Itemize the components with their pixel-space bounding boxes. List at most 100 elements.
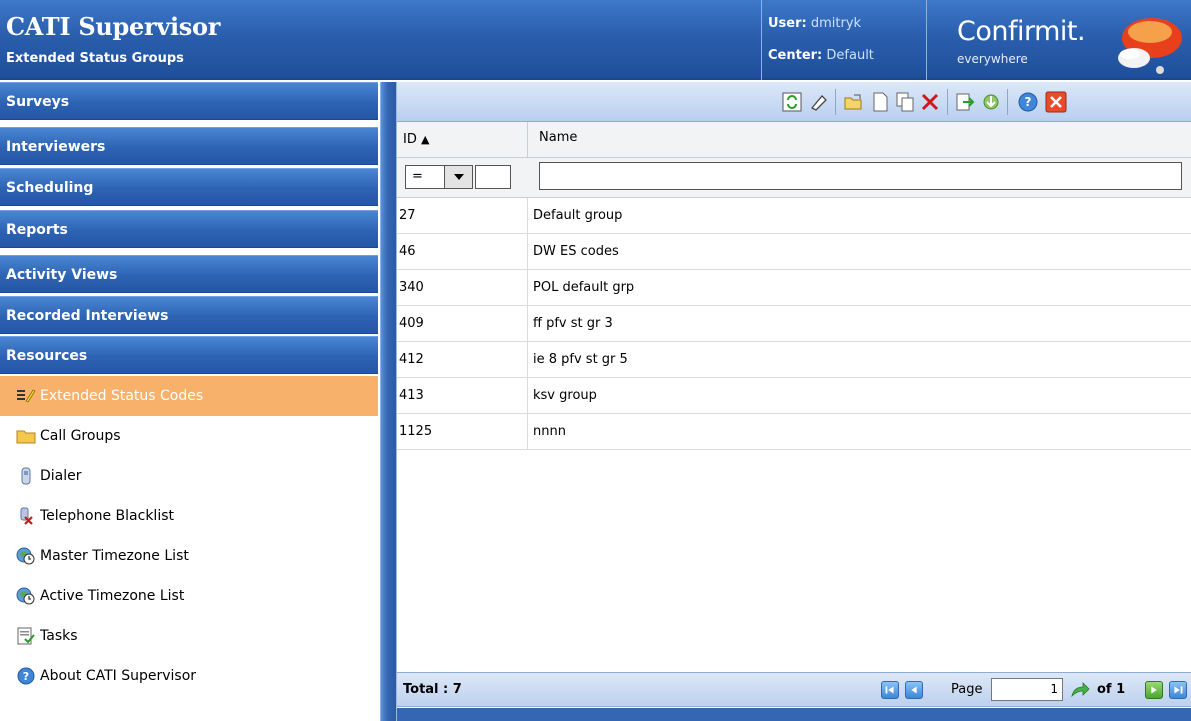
- sidebar-item-label: Active Timezone List: [40, 588, 185, 604]
- filter-operator-value: =: [412, 169, 423, 184]
- table-row[interactable]: 413 ksv group: [397, 378, 1191, 414]
- nav-resources[interactable]: Resources: [0, 336, 378, 374]
- sidebar-item-telephone-blacklist[interactable]: Telephone Blacklist: [0, 496, 378, 536]
- page-count: of 1: [1097, 682, 1126, 697]
- previous-page-icon[interactable]: [905, 681, 923, 699]
- cell-divider: [527, 414, 528, 450]
- page-label: Page: [951, 682, 983, 697]
- sidebar-item-label: Telephone Blacklist: [40, 508, 174, 524]
- cell-name: ksv group: [533, 388, 597, 403]
- user-line: User: dmitryk: [768, 16, 861, 31]
- sidebar-item-label: Tasks: [40, 628, 78, 644]
- sidebar: Surveys Interviewers Scheduling Reports …: [0, 82, 380, 721]
- center-label: Center:: [768, 48, 823, 63]
- cell-name: POL default grp: [533, 280, 635, 295]
- cell-name: DW ES codes: [533, 244, 619, 259]
- eraser-icon[interactable]: [807, 91, 829, 113]
- column-divider[interactable]: [527, 122, 528, 158]
- nav-activity-views[interactable]: Activity Views: [0, 255, 378, 293]
- user-label: User:: [768, 16, 807, 31]
- first-page-icon[interactable]: [881, 681, 899, 699]
- center-line: Center: Default: [768, 48, 874, 63]
- sidebar-item-call-groups[interactable]: Call Groups: [0, 416, 378, 456]
- nav-scheduling[interactable]: Scheduling: [0, 168, 378, 206]
- sidebar-item-active-timezone-list[interactable]: Active Timezone List: [0, 576, 378, 616]
- folder-icon: [16, 430, 36, 444]
- open-folder-icon[interactable]: [843, 91, 865, 113]
- brand-name: Confirmit.: [957, 16, 1086, 47]
- sidebar-item-label: Master Timezone List: [40, 548, 189, 564]
- toolbar-separator: [947, 89, 948, 115]
- cell-divider: [527, 342, 528, 378]
- blacklist-icon: [20, 507, 33, 525]
- table-row[interactable]: 340 POL default grp: [397, 270, 1191, 306]
- import-icon[interactable]: [980, 91, 1002, 113]
- close-icon[interactable]: [1045, 91, 1067, 113]
- filter-row: =: [397, 158, 1191, 198]
- app-title: CATI Supervisor: [6, 12, 221, 41]
- svg-text:?: ?: [1025, 95, 1032, 109]
- cell-name: ff pfv st gr 3: [533, 316, 613, 331]
- toolbar-separator: [835, 89, 836, 115]
- sidebar-item-about[interactable]: ? About CATI Supervisor: [0, 656, 378, 696]
- edit-codes-icon: [17, 389, 36, 403]
- bottom-strip: [397, 708, 1191, 721]
- chevron-down-icon[interactable]: [444, 166, 472, 188]
- refresh-icon[interactable]: [781, 91, 803, 113]
- last-page-icon[interactable]: [1169, 681, 1187, 699]
- nav-reports[interactable]: Reports: [0, 210, 378, 248]
- sidebar-item-tasks[interactable]: Tasks: [0, 616, 378, 656]
- cell-id: 413: [399, 388, 424, 403]
- nav-recorded-interviews[interactable]: Recorded Interviews: [0, 296, 378, 334]
- export-icon[interactable]: [954, 91, 976, 113]
- grid-footer: Total : 7 Page 1 of 1: [397, 672, 1191, 707]
- phone-icon: [21, 467, 31, 485]
- sidebar-item-dialer[interactable]: Dialer: [0, 456, 378, 496]
- sidebar-item-extended-status-codes[interactable]: Extended Status Codes: [0, 376, 378, 416]
- grid-header: ID ▲ Name: [397, 122, 1191, 158]
- total-count: Total : 7: [403, 682, 462, 697]
- go-page-icon[interactable]: [1069, 679, 1091, 701]
- table-row[interactable]: 412 ie 8 pfv st gr 5: [397, 342, 1191, 378]
- toolbar-separator: [1007, 89, 1008, 115]
- delete-icon[interactable]: [919, 91, 941, 113]
- table-row[interactable]: 409 ff pfv st gr 3: [397, 306, 1191, 342]
- column-header-id[interactable]: ID ▲: [403, 132, 429, 147]
- cell-id: 409: [399, 316, 424, 331]
- user-value: dmitryk: [810, 16, 862, 31]
- sidebar-item-label: Call Groups: [40, 428, 121, 444]
- next-page-icon[interactable]: [1145, 681, 1163, 699]
- help-icon: ?: [17, 667, 35, 685]
- cell-id: 27: [399, 208, 416, 223]
- cell-id: 46: [399, 244, 416, 259]
- table-row[interactable]: 46 DW ES codes: [397, 234, 1191, 270]
- cell-id: 412: [399, 352, 424, 367]
- page-subtitle: Extended Status Groups: [6, 51, 184, 66]
- table-row[interactable]: 1125 nnnn: [397, 414, 1191, 450]
- sidebar-item-label: About CATI Supervisor: [40, 668, 197, 684]
- nav-interviewers[interactable]: Interviewers: [0, 127, 378, 165]
- filter-operator-select[interactable]: =: [405, 165, 473, 189]
- user-info: User: dmitryk Center: Default: [761, 0, 927, 80]
- cell-divider: [527, 378, 528, 414]
- cell-name: ie 8 pfv st gr 5: [533, 352, 628, 367]
- sidebar-item-label: Dialer: [40, 468, 82, 484]
- cell-id: 340: [399, 280, 424, 295]
- panel-splitter[interactable]: [380, 82, 396, 721]
- cell-name: Default group: [533, 208, 623, 223]
- confirmit-logo-icon: [1118, 18, 1182, 74]
- column-header-name[interactable]: Name: [539, 130, 577, 145]
- cell-divider: [527, 306, 528, 342]
- nav-surveys[interactable]: Surveys: [0, 82, 378, 120]
- id-filter-input[interactable]: [475, 165, 511, 189]
- cell-divider: [527, 270, 528, 306]
- new-document-icon[interactable]: [869, 91, 891, 113]
- copy-icon[interactable]: [894, 91, 916, 113]
- app-header: CATI Supervisor Extended Status Groups U…: [0, 0, 1191, 80]
- table-row[interactable]: 27 Default group: [397, 198, 1191, 234]
- help-icon[interactable]: ?: [1017, 91, 1039, 113]
- sidebar-item-master-timezone-list[interactable]: Master Timezone List: [0, 536, 378, 576]
- page-number-input[interactable]: 1: [991, 678, 1063, 701]
- toolbar: ?: [397, 82, 1191, 122]
- name-filter-input[interactable]: [539, 162, 1182, 190]
